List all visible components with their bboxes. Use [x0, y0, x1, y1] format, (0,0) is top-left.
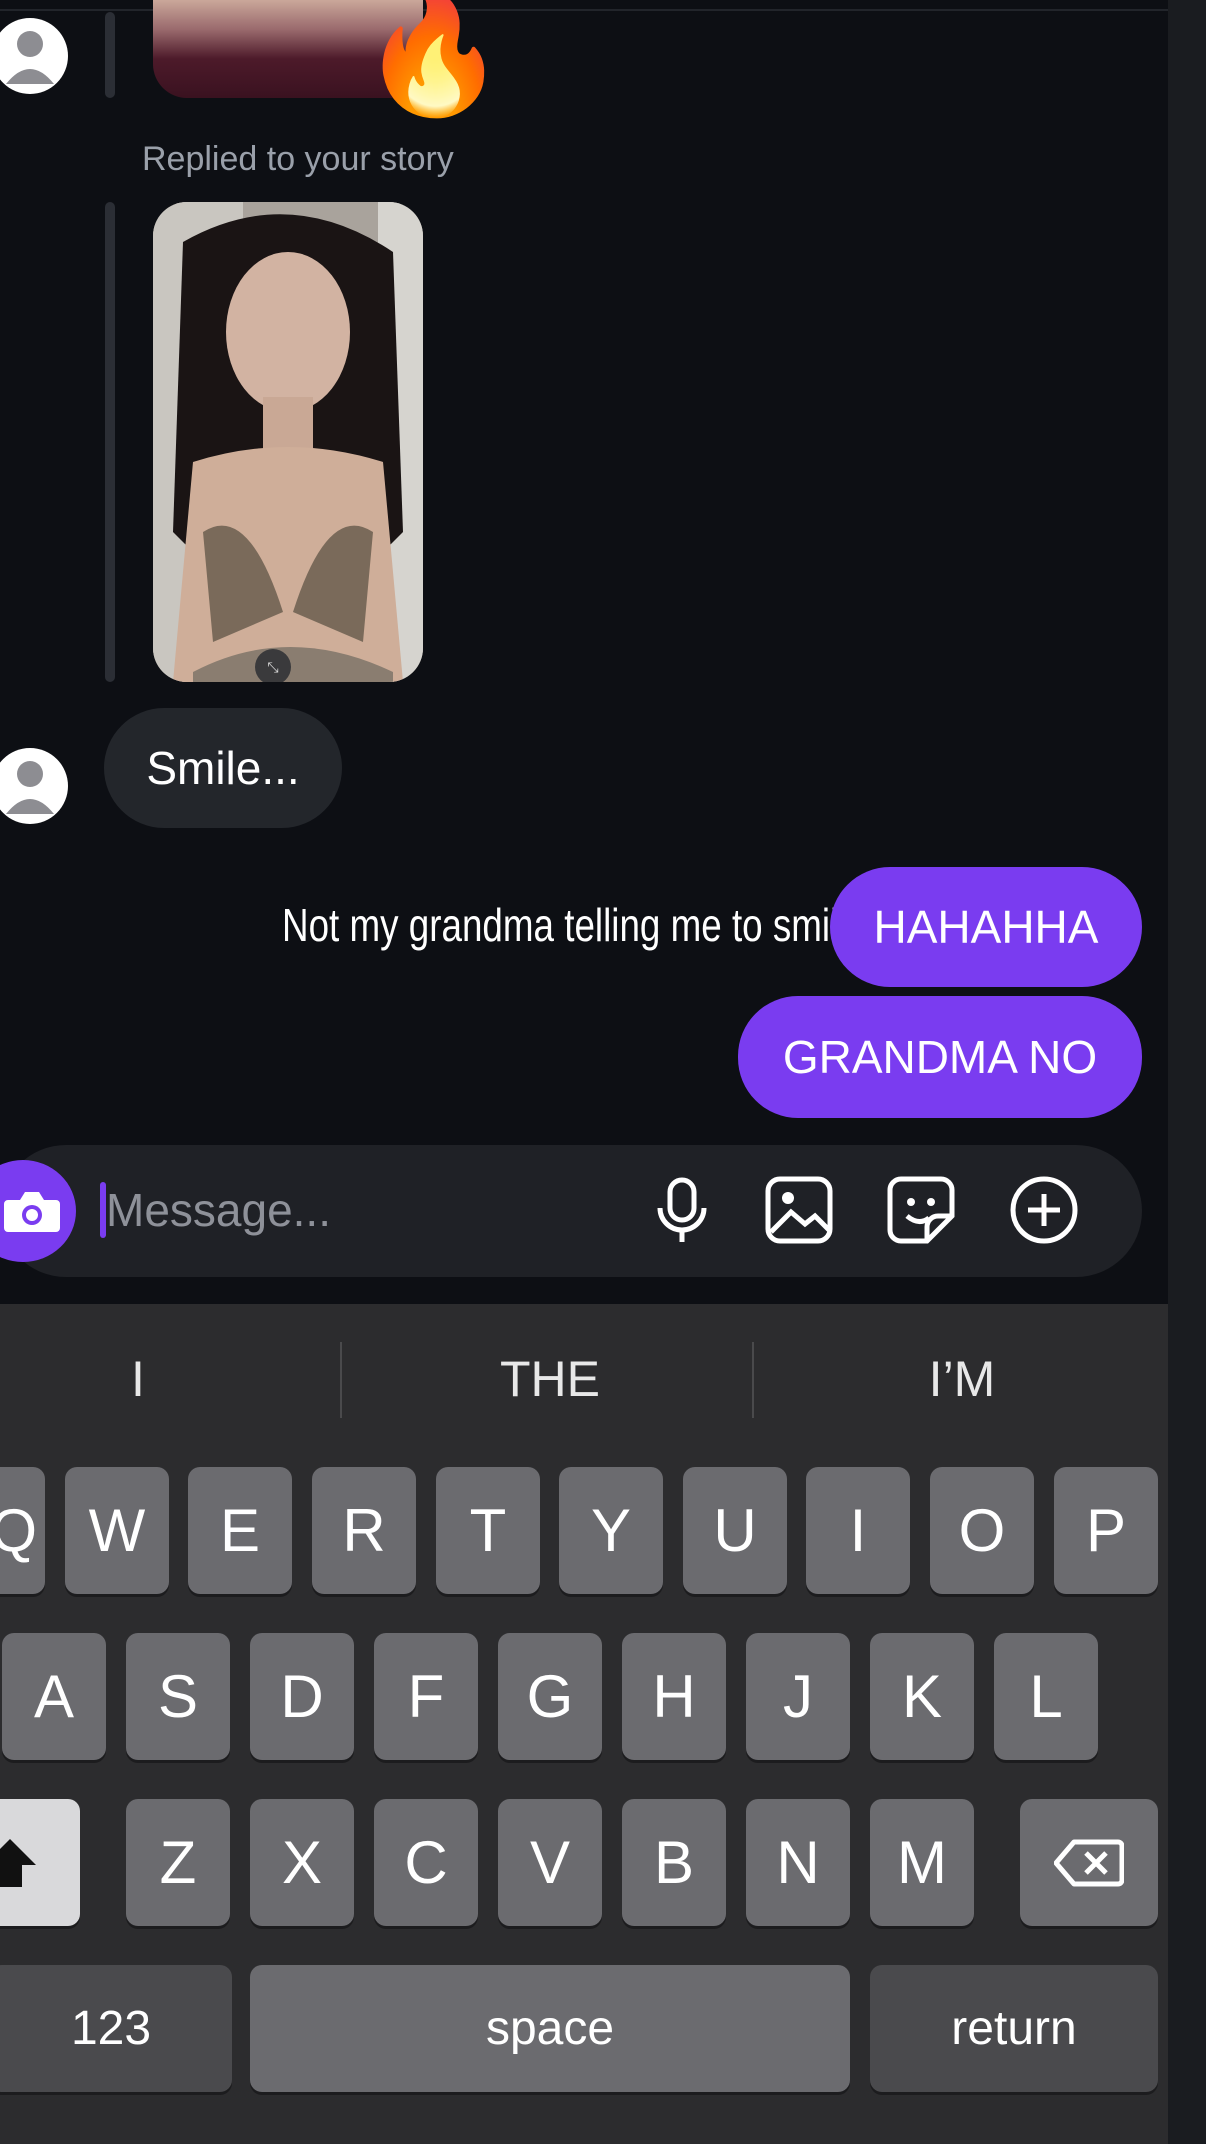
key-t[interactable]: T [436, 1467, 540, 1594]
key-g[interactable]: G [498, 1633, 602, 1760]
return-key[interactable]: return [870, 1965, 1158, 2092]
key-u[interactable]: U [683, 1467, 787, 1594]
key-y[interactable]: Y [559, 1467, 663, 1594]
backspace-key[interactable] [1020, 1799, 1158, 1926]
gallery-icon[interactable] [763, 1174, 835, 1246]
key-q[interactable]: Q [0, 1467, 45, 1594]
key-p[interactable]: P [1054, 1467, 1158, 1594]
key-c[interactable]: C [374, 1799, 478, 1926]
key-i[interactable]: I [806, 1467, 910, 1594]
key-b[interactable]: B [622, 1799, 726, 1926]
suggestion-item[interactable]: THE [400, 1350, 700, 1408]
key-a[interactable]: A [2, 1633, 106, 1760]
svg-text:⤡: ⤡ [267, 660, 278, 676]
key-k[interactable]: K [870, 1633, 974, 1760]
microphone-icon[interactable] [646, 1174, 718, 1246]
message-input[interactable] [106, 1180, 586, 1240]
shift-icon [0, 1838, 36, 1887]
key-z[interactable]: Z [126, 1799, 230, 1926]
key-d[interactable]: D [250, 1633, 354, 1760]
key-x[interactable]: X [250, 1799, 354, 1926]
key-o[interactable]: O [930, 1467, 1034, 1594]
story-thumbnail[interactable]: ⤡ [153, 202, 423, 682]
outgoing-message-bubble[interactable]: HAHAHHA [830, 867, 1142, 987]
reply-thread-bar [105, 12, 115, 98]
suggestion-item[interactable]: I [0, 1350, 288, 1408]
space-key[interactable]: space [250, 1965, 850, 2092]
sender-avatar[interactable] [0, 14, 68, 98]
key-s[interactable]: S [126, 1633, 230, 1760]
fire-reaction-emoji: 🔥 [360, 0, 507, 122]
key-l[interactable]: L [994, 1633, 1098, 1760]
key-f[interactable]: F [374, 1633, 478, 1760]
numbers-key[interactable]: 123 [0, 1965, 232, 2092]
sticker-icon[interactable] [885, 1174, 957, 1246]
shift-key[interactable] [0, 1799, 80, 1926]
incoming-message-bubble[interactable]: Smile... [104, 708, 342, 828]
outgoing-message-bubble[interactable]: GRANDMA NO [738, 996, 1142, 1118]
message-caption: Not my grandma telling me to smile [282, 899, 859, 951]
suggestion-item[interactable]: I’M [812, 1350, 1112, 1408]
right-edge-strip [1168, 0, 1206, 2144]
key-w[interactable]: W [65, 1467, 169, 1594]
backspace-icon [1054, 1839, 1124, 1886]
suggestion-divider [340, 1342, 342, 1418]
replied-to-story-label: Replied to your story [142, 140, 454, 178]
key-j[interactable]: J [746, 1633, 850, 1760]
key-n[interactable]: N [746, 1799, 850, 1926]
reply-thread-bar [105, 202, 115, 682]
plus-circle-icon[interactable] [1008, 1174, 1080, 1246]
key-v[interactable]: V [498, 1799, 602, 1926]
key-m[interactable]: M [870, 1799, 974, 1926]
sender-avatar[interactable] [0, 744, 68, 828]
key-r[interactable]: R [312, 1467, 416, 1594]
key-e[interactable]: E [188, 1467, 292, 1594]
key-h[interactable]: H [622, 1633, 726, 1760]
suggestion-divider [752, 1342, 754, 1418]
camera-icon [4, 1192, 60, 1232]
